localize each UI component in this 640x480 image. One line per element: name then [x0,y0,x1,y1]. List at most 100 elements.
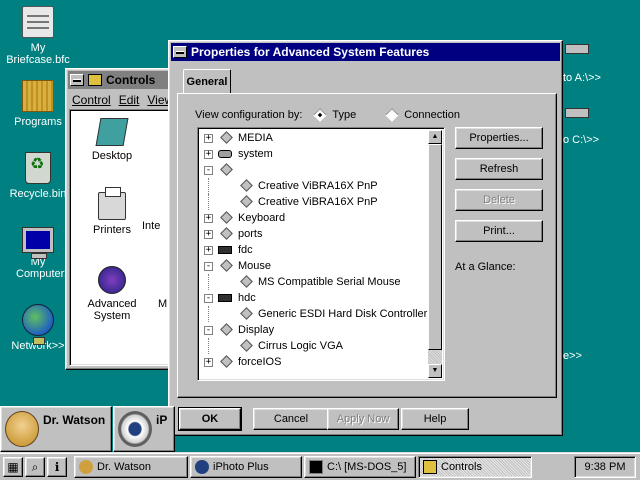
menu-control[interactable]: Control [72,93,111,107]
tree-item[interactable]: - hdc [200,290,428,306]
control-item-label: M [158,298,168,310]
tree-item[interactable]: Creative ViBRA16X PnP [200,194,428,210]
radio-selected-icon [313,108,328,122]
expand-icon[interactable]: + [204,246,213,255]
scroll-thumb[interactable] [428,144,442,350]
view-config-label: View configuration by: [195,109,303,121]
task-dr-watson[interactable]: Dr. Watson [74,456,188,478]
folder-icon [88,74,102,86]
properties-title: Properties for Advanced System Features [191,45,430,59]
dock-label: iP [156,413,168,427]
drive-a-label: to A:\>> [563,72,601,84]
tree-item[interactable]: - Display [200,322,428,338]
task-ms-dos[interactable]: C:\ [MS-DOS_5] [304,456,416,478]
menu-edit[interactable]: Edit [119,93,140,107]
control-item-label: Printers [93,224,131,236]
drive-c-label: o C:\>> [563,134,600,146]
device-tree-list: + MEDIA + system - Creative ViBRA16X PnP Creat… [200,130,428,378]
computer-icon [22,227,54,259]
device-diamond-icon [240,179,253,192]
tree-connector [208,178,209,194]
print-button[interactable]: Print... [455,220,543,242]
drive-c-icon[interactable] [562,108,592,122]
tree-item[interactable]: Creative ViBRA16X PnP [200,178,428,194]
expand-icon[interactable]: + [204,134,213,143]
dock-dr-watson[interactable]: Dr. Watson [0,406,112,452]
tree-item[interactable]: Generic ESDI Hard Disk Controller [200,306,428,322]
system-menu-icon[interactable] [70,74,84,86]
at-a-glance-label: At a Glance: [455,261,516,273]
tree-item-label: Generic ESDI Hard Disk Controller [258,308,428,320]
tree-item[interactable]: + system [200,146,428,162]
task-label: Dr. Watson [97,461,151,473]
desktop-right-label: e>> [563,350,582,362]
ok-button[interactable]: OK [178,407,242,431]
dr-watson-icon [79,460,93,474]
expand-icon[interactable]: + [204,230,213,239]
task-controls[interactable]: Controls [418,456,532,478]
properties-button[interactable]: Properties... [455,127,543,149]
scroll-down-button[interactable]: ▼ [428,364,442,378]
tab-general[interactable]: General [183,69,231,93]
desktop-icon-briefcase[interactable]: My Briefcase.bfc [0,6,76,66]
drive-a-icon[interactable] [562,44,592,58]
recycle-bin-icon [25,152,51,184]
control-item-printers[interactable]: Printers [80,187,144,236]
tree-item[interactable]: + ports [200,226,428,242]
radio-type[interactable]: Type [313,108,357,122]
expand-icon[interactable]: + [204,214,213,223]
control-item-desktop[interactable]: Desktop [80,118,144,162]
help-button[interactable]: Help [401,408,469,430]
tree-item-label: fdc [238,244,253,256]
system-menu-icon[interactable] [173,46,187,58]
scroll-up-button[interactable]: ▲ [428,130,442,144]
properties-dialog[interactable]: Properties for Advanced System Features … [168,40,563,436]
radio-type-label: Type [332,109,357,121]
drive-icon [565,44,589,54]
device-diamond-icon [220,211,233,224]
delete-button[interactable]: Delete [455,189,543,211]
collapse-icon[interactable]: - [204,294,213,303]
tree-item[interactable]: + forceIOS [200,354,428,370]
tree-item[interactable]: Cirrus Logic VGA [200,338,428,354]
taskbar-clock[interactable]: 9:38 PM [574,456,636,478]
start-icon[interactable]: ▦ [3,457,23,477]
tree-item[interactable]: - Mouse [200,258,428,274]
properties-titlebar[interactable]: Properties for Advanced System Features [171,43,560,61]
task-iphoto-plus[interactable]: iPhoto Plus [190,456,302,478]
folder-icon [22,80,54,112]
tree-item[interactable]: + fdc [200,242,428,258]
refresh-button[interactable]: Refresh [455,158,543,180]
collapse-icon[interactable]: - [204,326,213,335]
tree-scrollbar[interactable]: ▲ ▼ [428,130,442,378]
search-icon[interactable]: ⌕ [25,457,45,477]
tree-item[interactable]: MS Compatible Serial Mouse [200,274,428,290]
tree-item[interactable]: - [200,162,428,178]
device-diamond-icon [240,307,253,320]
controls-title: Controls [106,73,156,87]
control-item-advanced-system[interactable]: Advanced System [80,266,144,322]
expand-icon[interactable]: + [204,150,213,159]
system-icon [218,150,232,158]
cancel-button[interactable]: Cancel [253,408,329,430]
tree-item-label: Creative ViBRA16X PnP [258,180,378,192]
radio-connection[interactable]: Connection [385,108,460,122]
tree-item[interactable]: + MEDIA [200,130,428,146]
device-diamond-icon [220,355,233,368]
collapse-icon[interactable]: - [204,166,213,175]
desktop-icon-label: Recycle.bin [9,188,67,200]
collapse-icon[interactable]: - [204,262,213,271]
expand-icon[interactable]: + [204,358,213,367]
control-item-label: Inte [142,220,161,232]
tree-item-label: Display [238,324,275,336]
device-tree[interactable]: + MEDIA + system - Creative ViBRA16X PnP Creat… [197,127,445,381]
tree-connector [208,274,209,290]
dos-icon [309,460,323,474]
drive-icon [565,108,589,118]
apply-now-button[interactable]: Apply Now [327,408,399,430]
info-icon[interactable]: ℹ [47,457,67,477]
tree-item-label: Cirrus Logic VGA [258,340,343,352]
dock-iphoto[interactable]: iP [113,406,175,452]
tree-item[interactable]: + Keyboard [200,210,428,226]
desktop-icon-label: My Briefcase.bfc [6,42,70,66]
